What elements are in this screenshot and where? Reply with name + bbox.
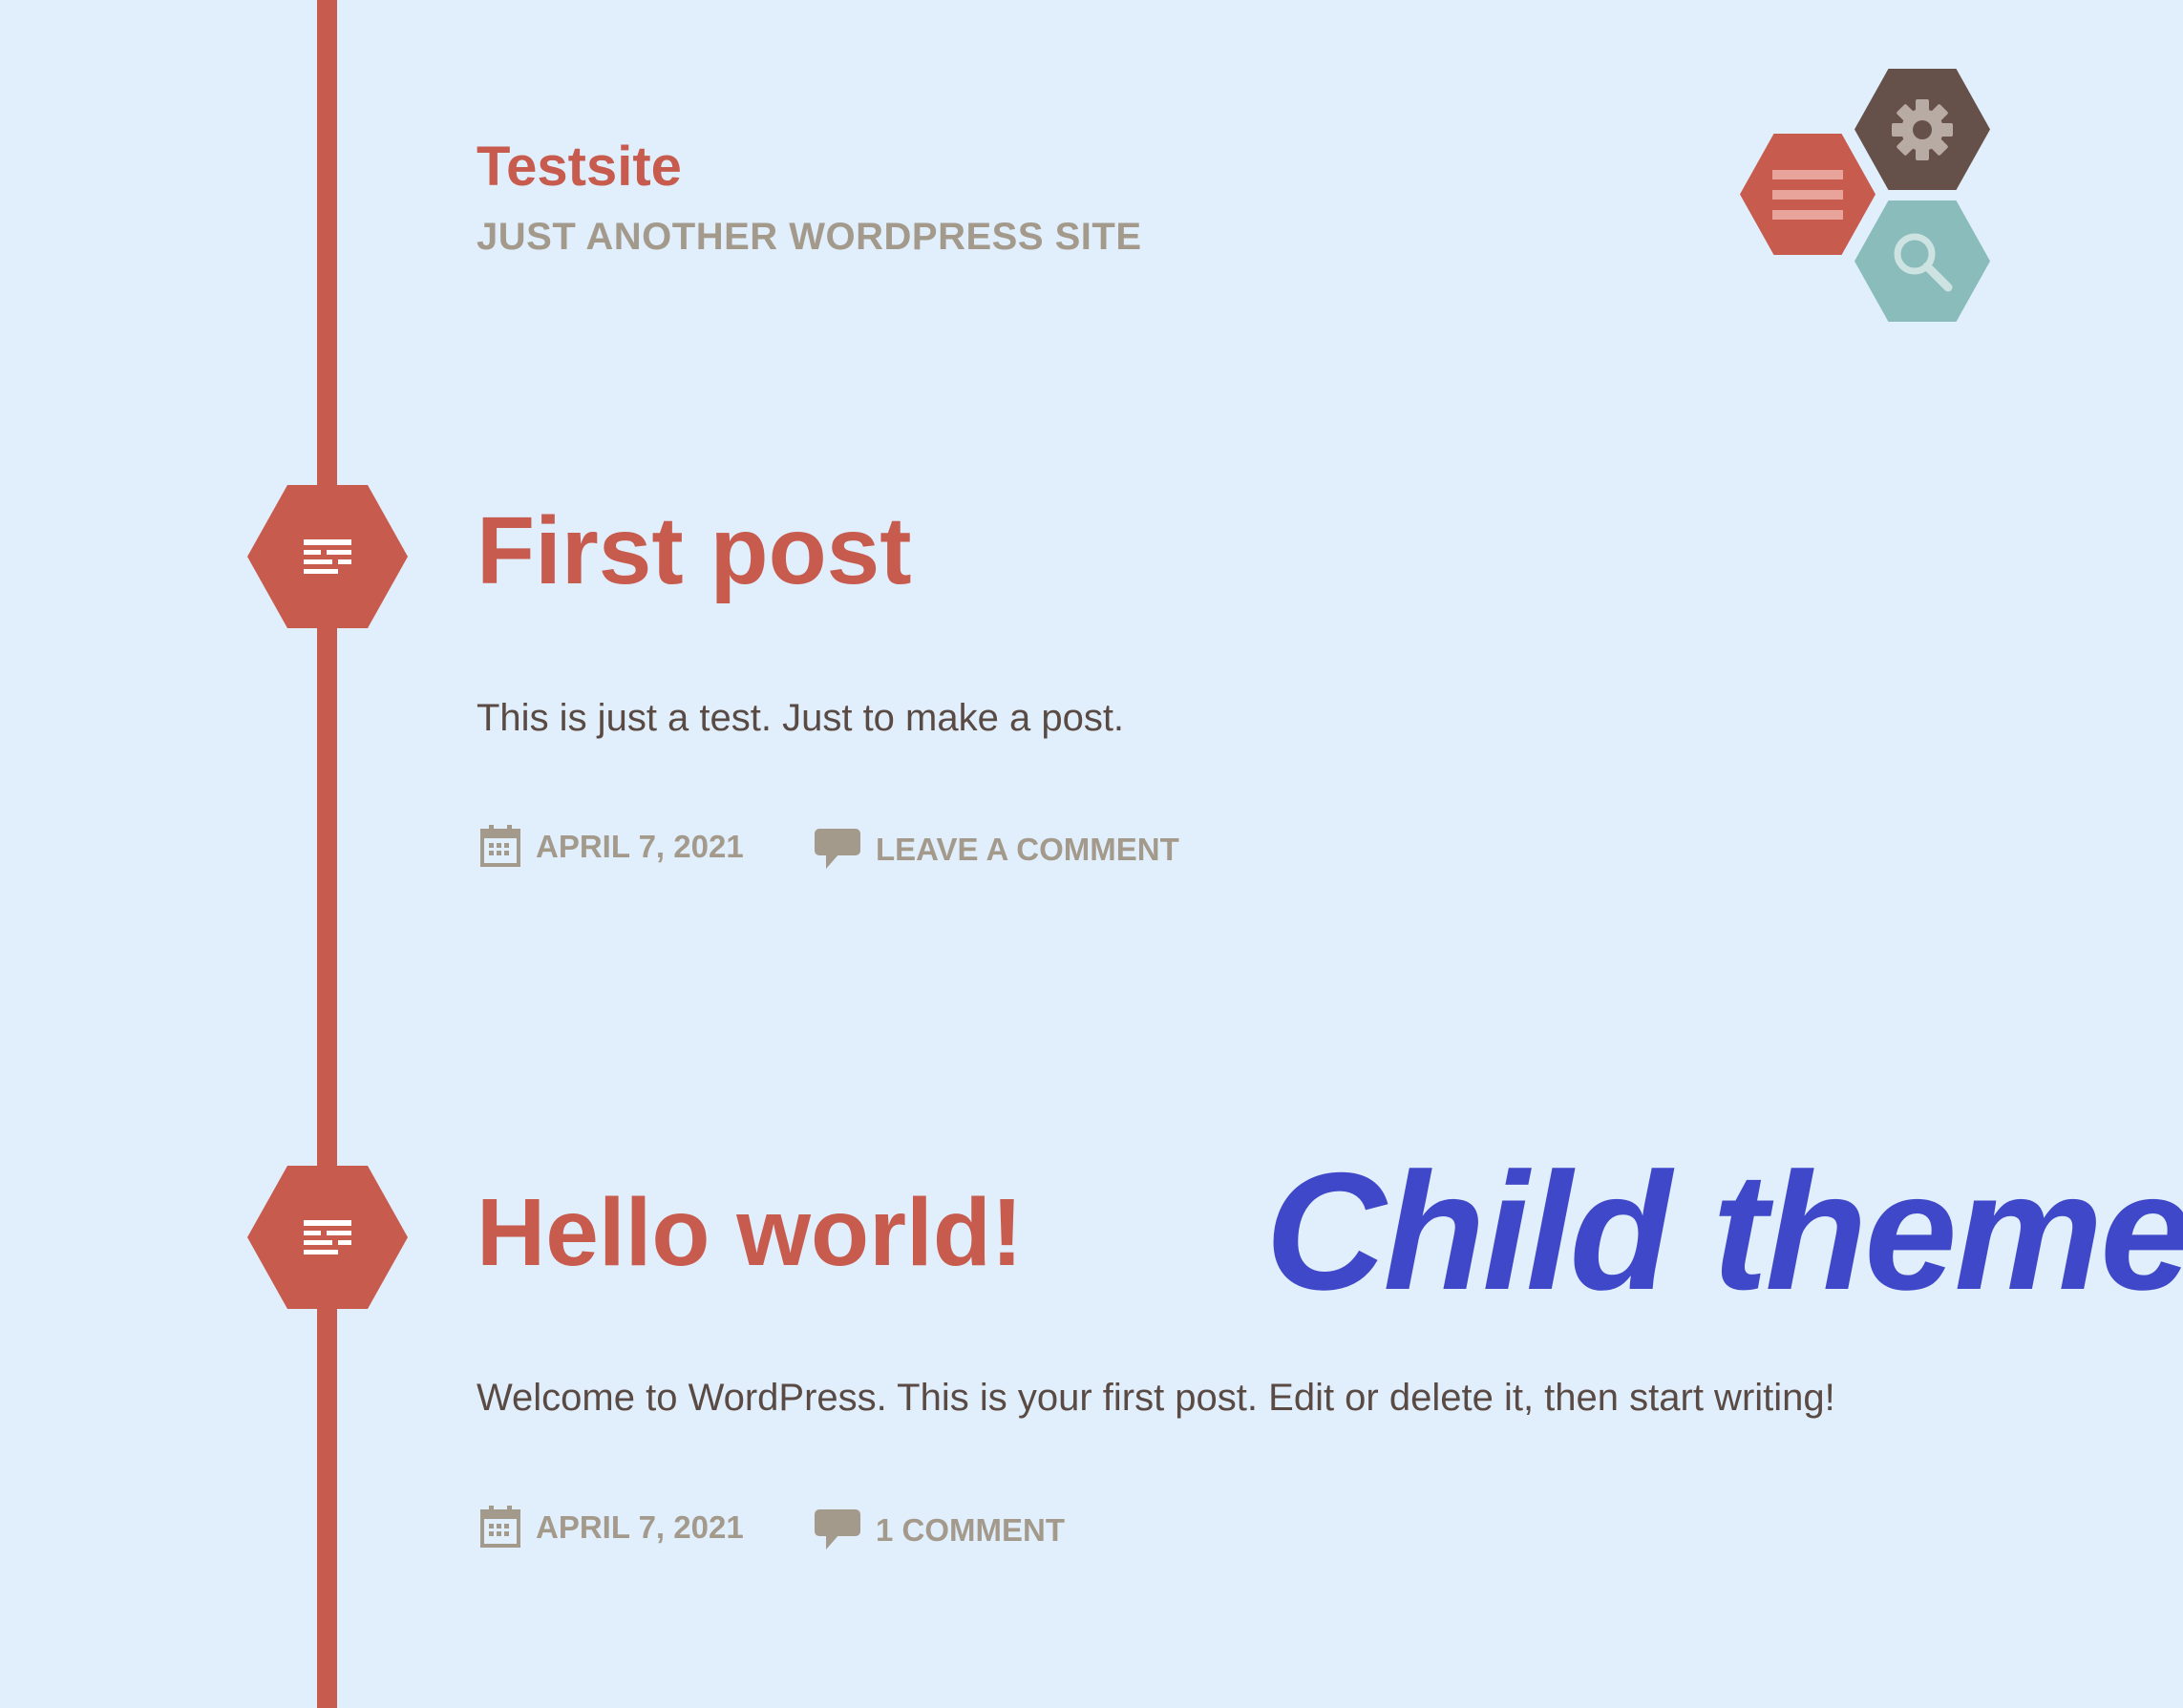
- standard-post-icon: [304, 539, 351, 574]
- comment-icon: [815, 829, 860, 869]
- calendar-icon: [480, 1506, 520, 1548]
- post-excerpt: Welcome to WordPress. This is your first…: [477, 1377, 1835, 1419]
- site-title[interactable]: Testsite: [477, 134, 682, 200]
- menu-toggle-button[interactable]: [1740, 134, 1876, 255]
- comments-link[interactable]: LEAVE A COMMENT: [815, 829, 1179, 869]
- settings-button[interactable]: [1854, 69, 1990, 190]
- post-format-badge: [247, 1166, 408, 1309]
- post-title[interactable]: First post: [477, 494, 912, 608]
- calendar-icon: [480, 825, 520, 867]
- site-description: JUST ANOTHER WORDPRESS SITE: [477, 216, 1142, 258]
- comments-label: LEAVE A COMMENT: [876, 831, 1179, 867]
- standard-post-icon: [304, 1220, 351, 1255]
- post-excerpt: This is just a test. Just to make a post…: [477, 697, 1125, 739]
- timeline-line: [317, 0, 337, 1708]
- child-theme-label: Child theme: [1265, 1139, 2183, 1325]
- menu-icon: [1772, 169, 1843, 220]
- search-button[interactable]: [1854, 200, 1990, 322]
- comments-link[interactable]: 1 COMMENT: [815, 1509, 1065, 1550]
- comment-icon: [815, 1509, 860, 1550]
- post-date: APRIL 7, 2021: [536, 828, 744, 864]
- post-date-link[interactable]: APRIL 7, 2021: [480, 1506, 744, 1548]
- gear-icon: [1892, 98, 1953, 160]
- post-title[interactable]: Hello world!: [477, 1175, 1023, 1290]
- comments-label: 1 COMMENT: [876, 1511, 1065, 1548]
- search-icon: [1894, 233, 1953, 291]
- post-format-badge: [247, 485, 408, 628]
- post-date-link[interactable]: APRIL 7, 2021: [480, 825, 744, 867]
- post-date: APRIL 7, 2021: [536, 1508, 744, 1545]
